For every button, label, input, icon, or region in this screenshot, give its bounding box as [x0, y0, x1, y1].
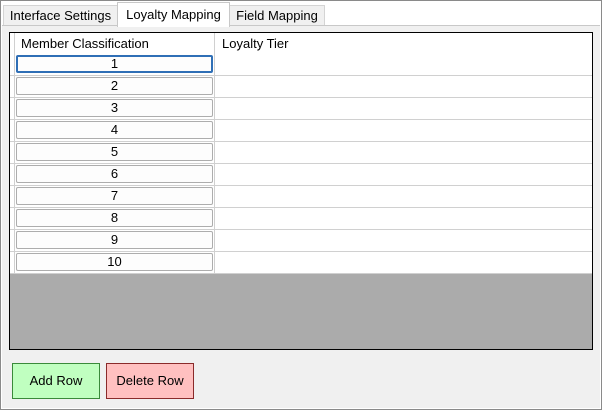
- member-classification-button[interactable]: 10: [16, 253, 213, 271]
- loyalty-mapping-grid[interactable]: Member Classification Loyalty Tier 1 2 3 4 5…: [9, 32, 593, 350]
- member-classification-button[interactable]: 6: [16, 165, 213, 183]
- member-classification-button[interactable]: 7: [16, 187, 213, 205]
- table-row[interactable]: 7: [10, 186, 592, 208]
- member-classification-button[interactable]: 5: [16, 143, 213, 161]
- member-classification-cell: 1: [15, 54, 215, 75]
- grid-header-row: Member Classification Loyalty Tier: [10, 33, 592, 54]
- delete-row-button[interactable]: Delete Row: [106, 363, 194, 399]
- member-classification-cell: 5: [15, 142, 215, 163]
- member-classification-cell: 10: [15, 252, 215, 273]
- tab-interface-settings[interactable]: Interface Settings: [3, 5, 118, 25]
- tab-loyalty-mapping[interactable]: Loyalty Mapping: [117, 2, 230, 27]
- table-row[interactable]: 6: [10, 164, 592, 186]
- loyalty-tier-cell[interactable]: [215, 76, 592, 97]
- column-header-member-classification[interactable]: Member Classification: [15, 33, 215, 54]
- table-row[interactable]: 10: [10, 252, 592, 274]
- table-row[interactable]: 5: [10, 142, 592, 164]
- member-classification-cell: 2: [15, 76, 215, 97]
- member-classification-cell: 3: [15, 98, 215, 119]
- member-classification-cell: 4: [15, 120, 215, 141]
- loyalty-mapping-panel: Member Classification Loyalty Tier 1 2 3 4 5…: [2, 25, 600, 408]
- member-classification-button[interactable]: 4: [16, 121, 213, 139]
- loyalty-tier-cell[interactable]: [215, 120, 592, 141]
- member-classification-cell: 8: [15, 208, 215, 229]
- add-row-button[interactable]: Add Row: [12, 363, 100, 399]
- table-row[interactable]: 9: [10, 230, 592, 252]
- table-row[interactable]: 8: [10, 208, 592, 230]
- table-row[interactable]: 2: [10, 76, 592, 98]
- loyalty-tier-cell[interactable]: [215, 252, 592, 273]
- loyalty-tier-cell[interactable]: [215, 142, 592, 163]
- member-classification-button[interactable]: 2: [16, 77, 213, 95]
- member-classification-button[interactable]: 3: [16, 99, 213, 117]
- table-row[interactable]: 4: [10, 120, 592, 142]
- tab-field-mapping[interactable]: Field Mapping: [229, 5, 325, 25]
- tab-strip: Interface Settings Loyalty Mapping Field…: [1, 1, 601, 27]
- loyalty-tier-cell[interactable]: [215, 186, 592, 207]
- table-row[interactable]: 1: [10, 54, 592, 76]
- member-classification-button[interactable]: 8: [16, 209, 213, 227]
- member-classification-cell: 7: [15, 186, 215, 207]
- member-classification-button[interactable]: 9: [16, 231, 213, 249]
- column-header-loyalty-tier[interactable]: Loyalty Tier: [215, 33, 592, 54]
- member-classification-cell: 9: [15, 230, 215, 251]
- loyalty-settings-window: Interface Settings Loyalty Mapping Field…: [0, 0, 602, 410]
- member-classification-button[interactable]: 1: [16, 55, 213, 73]
- loyalty-tier-cell[interactable]: [215, 54, 592, 75]
- member-classification-cell: 6: [15, 164, 215, 185]
- loyalty-tier-cell[interactable]: [215, 230, 592, 251]
- loyalty-tier-cell[interactable]: [215, 208, 592, 229]
- table-row[interactable]: 3: [10, 98, 592, 120]
- loyalty-tier-cell[interactable]: [215, 98, 592, 119]
- loyalty-tier-cell[interactable]: [215, 164, 592, 185]
